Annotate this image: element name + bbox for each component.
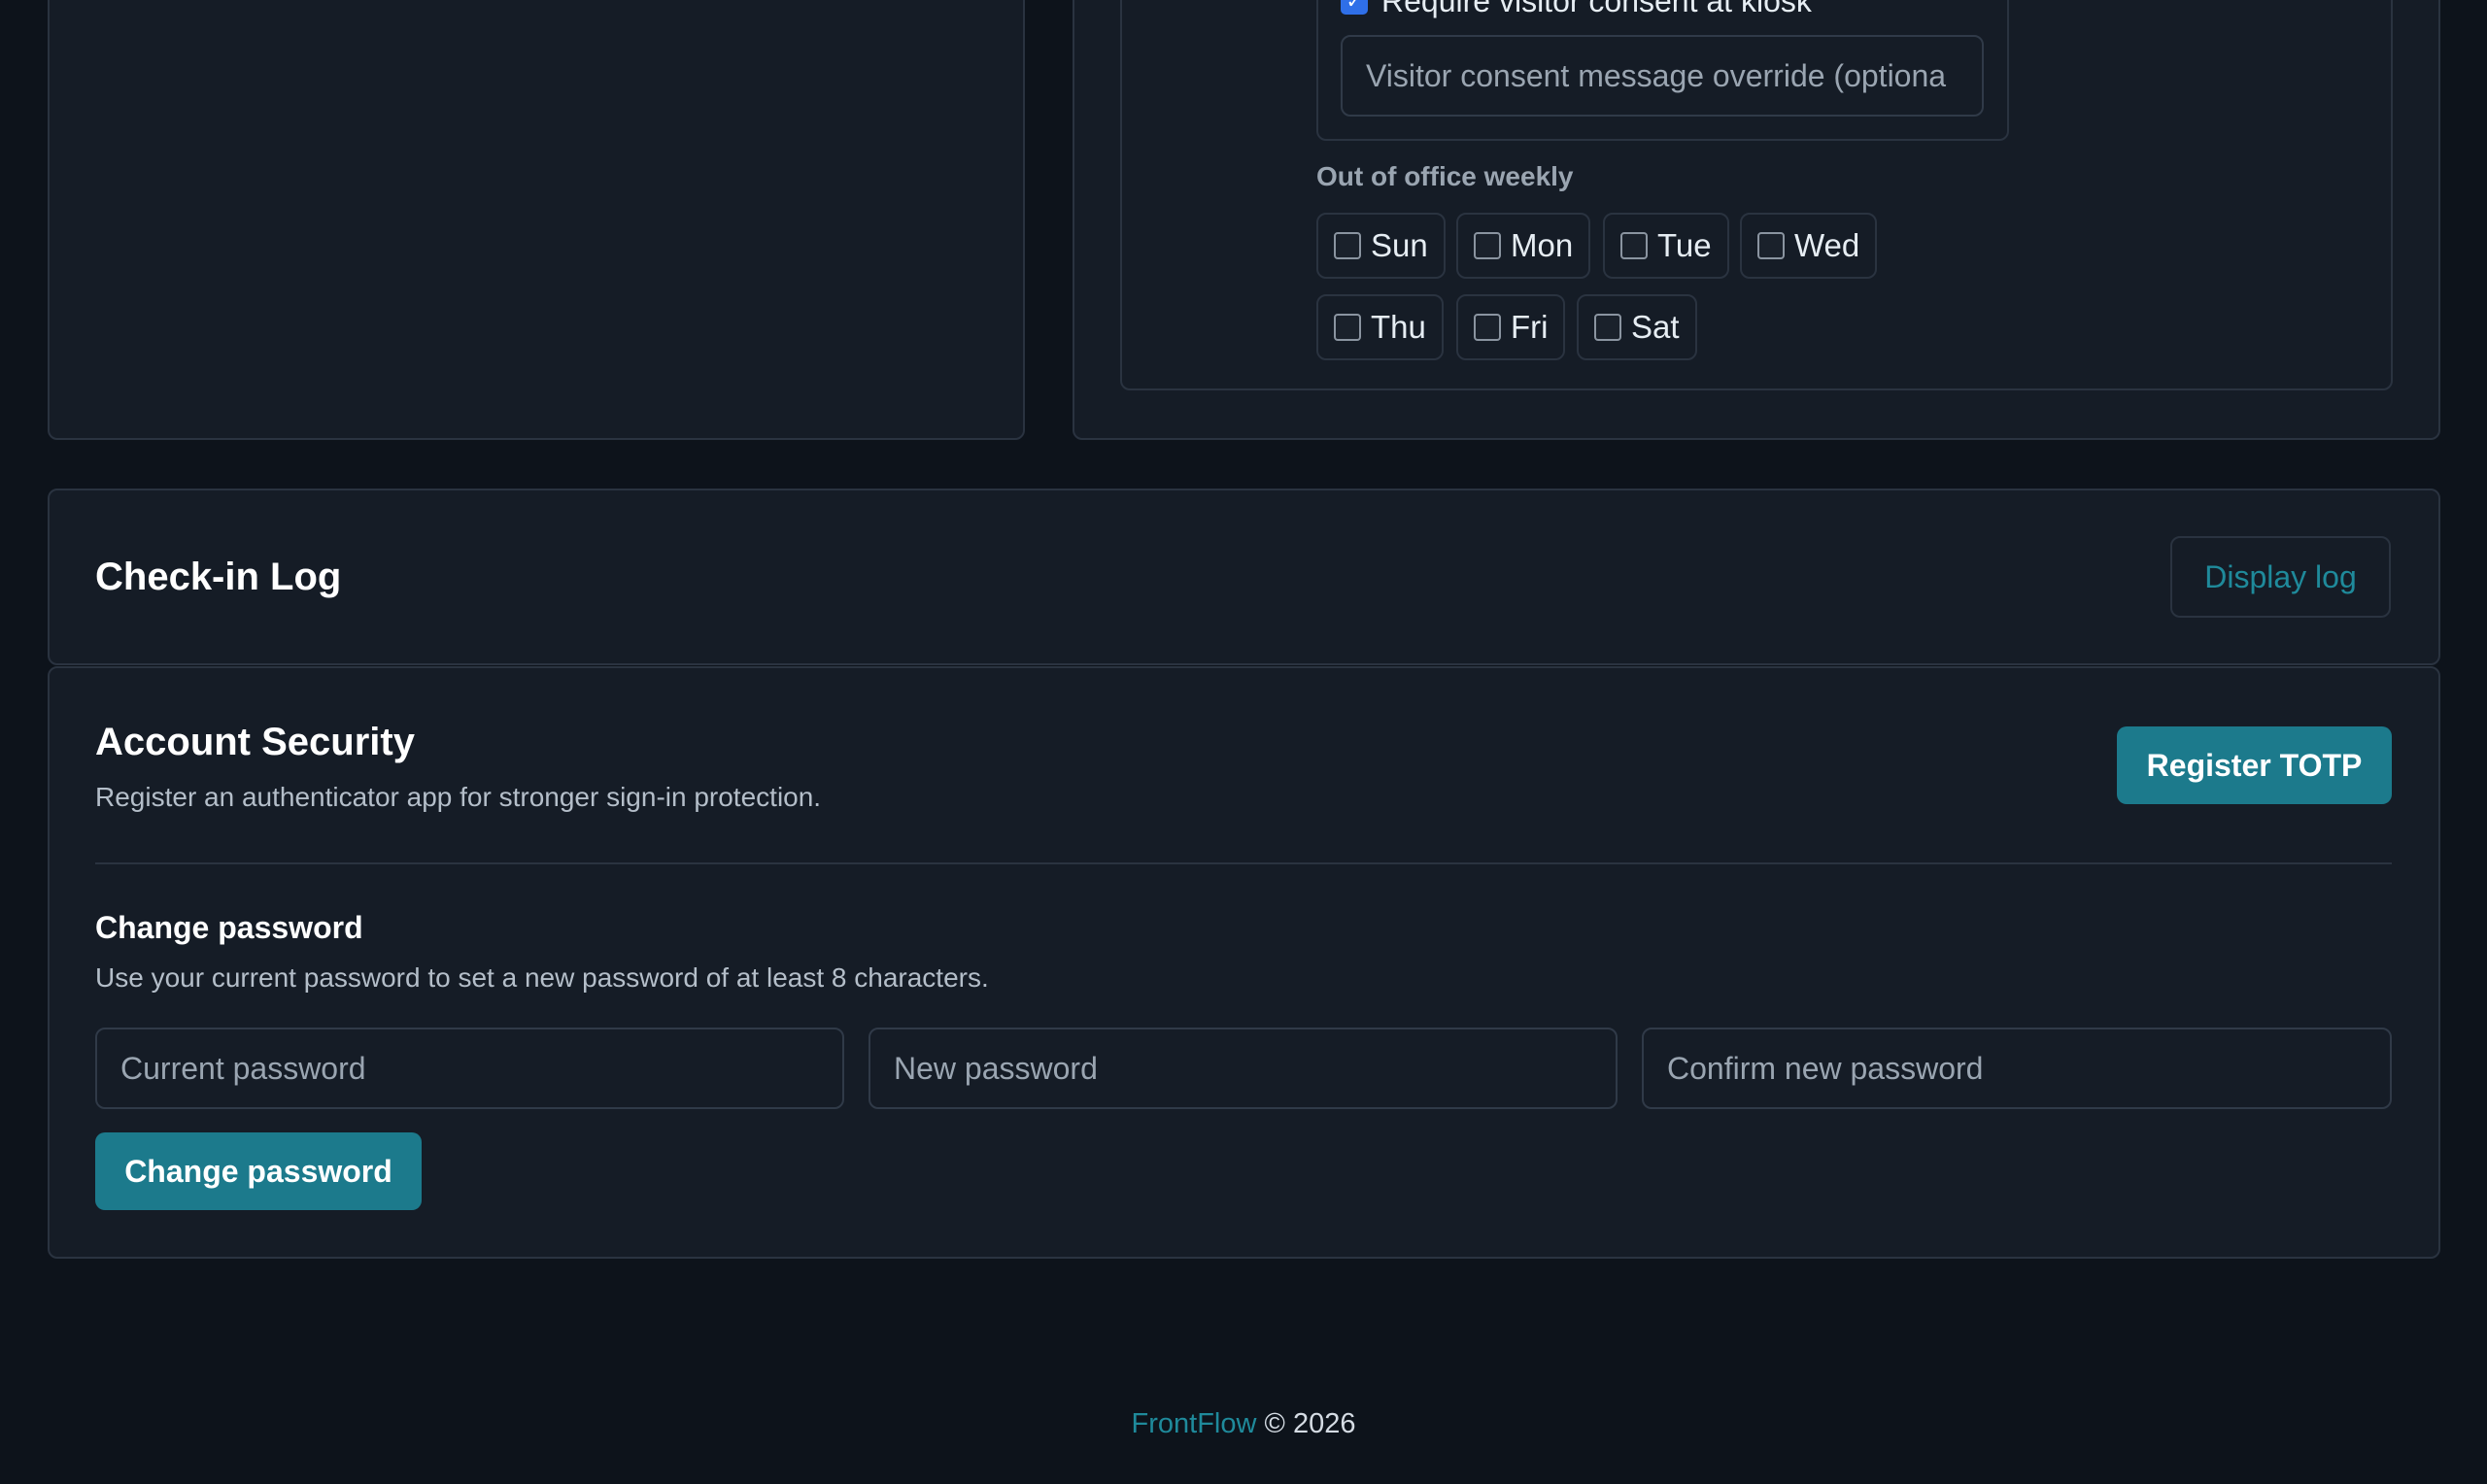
consent-checkbox-label: Require visitor consent at kiosk [1381, 0, 1812, 18]
day-checkbox[interactable] [1334, 232, 1361, 259]
checkin-log-title: Check-in Log [95, 556, 342, 598]
day-toggle-fri[interactable]: Fri [1456, 294, 1566, 360]
day-label: Thu [1371, 309, 1426, 345]
day-checkbox[interactable] [1757, 232, 1785, 259]
out-of-office-label: Out of office weekly [1316, 161, 1574, 191]
day-checkbox[interactable] [1474, 314, 1501, 341]
day-toggle-sat[interactable]: Sat [1577, 294, 1697, 360]
day-toggle-tue[interactable]: Tue [1603, 213, 1729, 279]
change-password-title: Change password [95, 910, 363, 945]
consent-checkbox[interactable]: ✓ [1341, 0, 1368, 15]
account-security-description: Register an authenticator app for strong… [95, 782, 822, 812]
day-label: Sun [1371, 227, 1428, 263]
day-checkbox[interactable] [1334, 314, 1361, 341]
day-label: Sat [1631, 309, 1680, 345]
account-security-title: Account Security [95, 721, 415, 763]
day-toggle-mon[interactable]: Mon [1456, 213, 1591, 279]
current-password-input[interactable]: Current password [95, 1028, 844, 1109]
day-checkbox[interactable] [1620, 232, 1648, 259]
day-toggle-thu[interactable]: Thu [1316, 294, 1444, 360]
display-log-button[interactable]: Display log [2170, 536, 2391, 618]
day-toggle-wed[interactable]: Wed [1740, 213, 1878, 279]
new-password-input[interactable]: New password [869, 1028, 1618, 1109]
footer-copyright: © 2026 [1264, 1408, 1356, 1439]
day-label: Mon [1511, 227, 1574, 263]
day-label: Tue [1657, 227, 1712, 263]
day-checkbox[interactable] [1474, 232, 1501, 259]
left-panel-card [48, 0, 1025, 440]
confirm-password-input[interactable]: Confirm new password [1642, 1028, 2392, 1109]
day-checkbox[interactable] [1594, 314, 1621, 341]
footer: FrontFlow © 2026 [0, 1408, 2487, 1440]
consent-checkbox-row[interactable]: ✓ Require visitor consent at kiosk [1341, 0, 1812, 18]
consent-message-override-input[interactable]: Visitor consent message override (option… [1341, 35, 1984, 117]
section-divider [95, 862, 2392, 864]
change-password-description: Use your current password to set a new p… [95, 962, 989, 993]
register-totp-button[interactable]: Register TOTP [2117, 726, 2392, 804]
day-label: Wed [1794, 227, 1860, 263]
checkin-log-card [48, 489, 2440, 665]
day-toggle-sun[interactable]: Sun [1316, 213, 1446, 279]
footer-brand-link[interactable]: FrontFlow [1132, 1408, 1257, 1439]
change-password-button[interactable]: Change password [95, 1132, 422, 1210]
day-label: Fri [1511, 309, 1549, 345]
